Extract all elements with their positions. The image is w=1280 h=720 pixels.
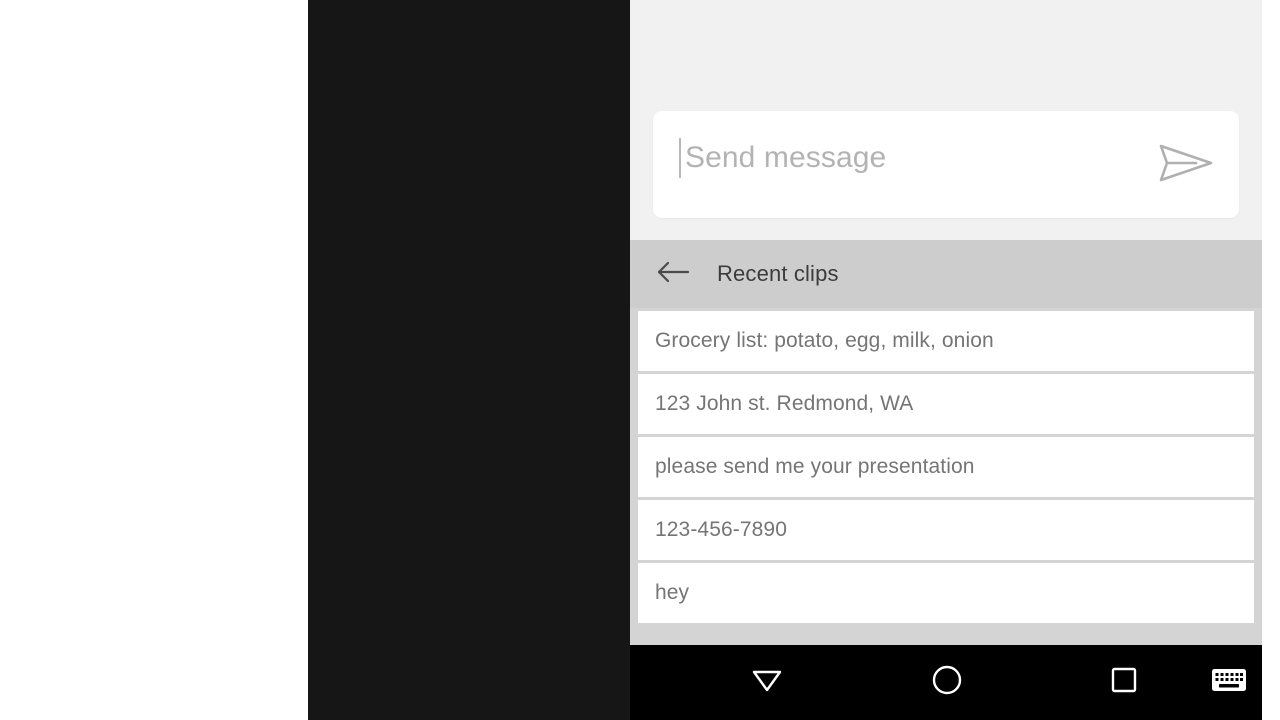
send-paper-plane-icon xyxy=(1158,142,1214,189)
recent-clips-list[interactable]: Grocery list: potato, egg, milk, onion 1… xyxy=(630,308,1262,645)
compose-region: Send message xyxy=(630,0,1262,240)
list-item[interactable]: 123-456-7890 xyxy=(638,500,1254,560)
recent-clips-title: Recent clips xyxy=(717,261,839,286)
arrow-left-icon xyxy=(656,259,690,290)
list-item[interactable]: 123 John st. Redmond, WA xyxy=(638,374,1254,434)
send-button[interactable] xyxy=(1155,140,1217,190)
clip-text: 123-456-7890 xyxy=(655,518,787,541)
triangle-down-icon xyxy=(749,664,785,701)
clip-text: please send me your presentation xyxy=(655,455,975,478)
screenshot-root: Send message Recent clips Grocery list: … xyxy=(0,0,1280,720)
android-navigation-bar xyxy=(630,645,1262,720)
clip-text: hey xyxy=(655,581,690,604)
nav-switch-keyboard-button[interactable] xyxy=(1200,645,1258,720)
nav-back-button[interactable] xyxy=(735,645,799,720)
message-input-placeholder[interactable]: Send message xyxy=(685,137,886,179)
phone-frame: Send message Recent clips Grocery list: … xyxy=(308,0,1262,720)
list-item[interactable]: Grocery list: potato, egg, milk, onion xyxy=(638,311,1254,371)
clip-text: 123 John st. Redmond, WA xyxy=(655,392,914,415)
text-caret xyxy=(679,138,681,178)
nav-recents-button[interactable] xyxy=(1092,645,1156,720)
circle-icon xyxy=(930,663,964,702)
list-item[interactable]: hey xyxy=(638,563,1254,623)
phone-screen: Send message Recent clips Grocery list: … xyxy=(630,0,1262,645)
list-item[interactable]: please send me your presentation xyxy=(638,437,1254,497)
nav-home-button[interactable] xyxy=(915,645,979,720)
recent-clips-header: Recent clips xyxy=(630,240,1262,308)
keyboard-icon xyxy=(1211,666,1247,699)
message-input-card[interactable]: Send message xyxy=(653,111,1239,218)
clip-text: Grocery list: potato, egg, milk, onion xyxy=(655,329,994,352)
back-button[interactable] xyxy=(650,251,696,297)
square-icon xyxy=(1109,665,1139,700)
